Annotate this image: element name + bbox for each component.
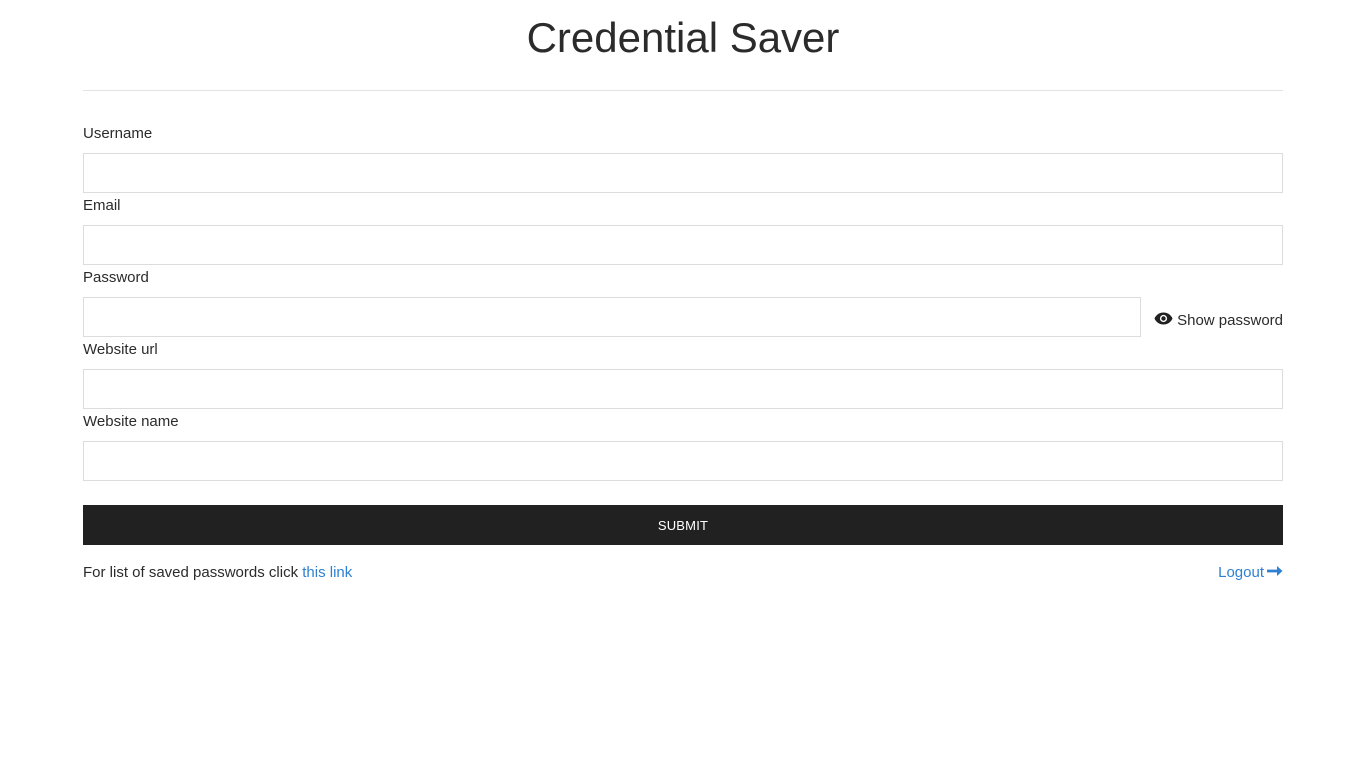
logout-label: Logout: [1218, 564, 1264, 581]
page-title: Credential Saver: [526, 14, 840, 61]
arrow-right-icon: [1264, 564, 1283, 582]
password-label: Password: [83, 269, 149, 286]
main-container: Credential Saver Username Email Password…: [83, 0, 1283, 581]
logout-link[interactable]: Logout: [1218, 564, 1283, 582]
title-divider: [83, 90, 1283, 91]
website-url-input[interactable]: [83, 369, 1283, 409]
website-url-label: Website url: [83, 341, 158, 358]
saved-passwords-text: For list of saved passwords click this l…: [83, 564, 352, 582]
website-name-input[interactable]: [83, 441, 1283, 481]
saved-passwords-link[interactable]: this link: [302, 564, 352, 581]
email-input[interactable]: [83, 225, 1283, 265]
show-password-label: Show password: [1177, 311, 1283, 329]
website-name-label: Website name: [83, 413, 179, 430]
show-password-toggle[interactable]: Show password: [1150, 310, 1283, 330]
password-input[interactable]: [83, 297, 1141, 337]
saved-passwords-prefix: For list of saved passwords click: [83, 564, 303, 581]
submit-button[interactable]: SUBMIT: [83, 505, 1283, 545]
username-input[interactable]: [83, 153, 1283, 193]
email-label: Email: [83, 197, 121, 214]
username-label: Username: [83, 125, 153, 142]
eye-icon: [1154, 312, 1177, 329]
